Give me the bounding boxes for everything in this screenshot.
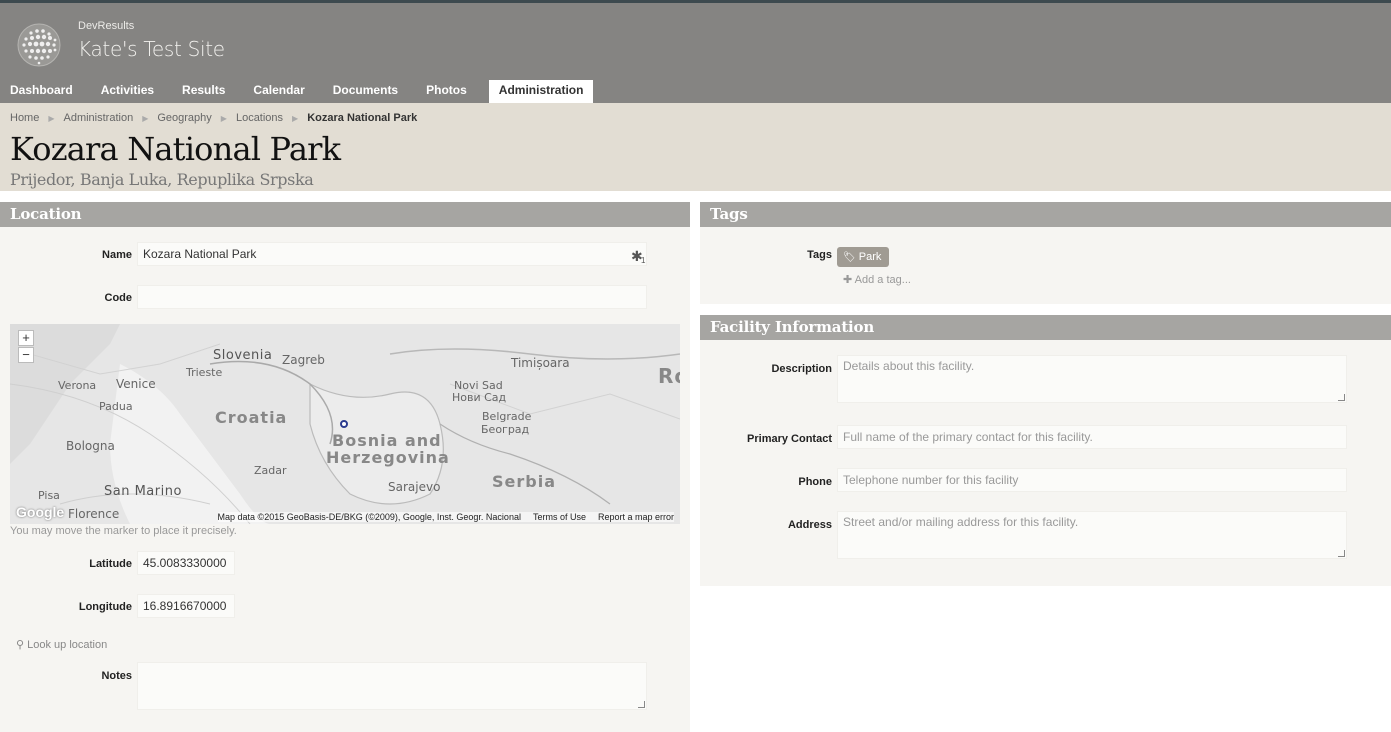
- main-nav: Dashboard Activities Results Calendar Do…: [0, 80, 594, 103]
- tag-icon: 🏷: [843, 252, 856, 263]
- longitude-input[interactable]: 16.8916670000: [137, 594, 235, 618]
- nav-documents[interactable]: Documents: [323, 80, 408, 103]
- name-input[interactable]: Kozara National Park: [137, 242, 647, 266]
- description-label: Description: [771, 363, 832, 375]
- map-label-croatia: Croatia: [215, 408, 288, 427]
- lookup-location-label: Look up location: [27, 639, 108, 651]
- add-tag-label: Add a tag...: [854, 274, 911, 286]
- primary-contact-label: Primary Contact: [747, 433, 832, 445]
- notes-textarea[interactable]: [137, 662, 647, 710]
- breadcrumb-separator-icon: ▶: [48, 113, 55, 123]
- map-label-trieste: Trieste: [186, 366, 223, 379]
- map-label-timisoara: Timișoara: [511, 356, 570, 370]
- code-input[interactable]: [137, 285, 647, 309]
- google-logo[interactable]: Google: [16, 504, 64, 520]
- tags-heading: Tags: [700, 202, 1391, 227]
- map-attribution: Map data ©2015 GeoBasis-DE/BKG (©2009), …: [217, 512, 674, 522]
- map-label-bologna: Bologna: [66, 439, 115, 453]
- puzzle-icon[interactable]: ✱ 1: [631, 248, 647, 265]
- map-label-verona: Verona: [58, 379, 97, 392]
- map-label-florence: Florence: [68, 507, 120, 521]
- breadcrumb-home[interactable]: Home: [10, 112, 39, 124]
- phone-label: Phone: [798, 476, 832, 488]
- marker-hint: You may move the marker to place it prec…: [10, 525, 237, 537]
- nav-results[interactable]: Results: [172, 80, 235, 103]
- primary-contact-input[interactable]: Full name of the primary contact for thi…: [837, 425, 1347, 449]
- notes-label: Notes: [101, 670, 132, 682]
- name-label: Name: [102, 249, 132, 261]
- map-label-belgrade: Belgrade: [482, 410, 532, 423]
- map-zoom-in-button[interactable]: +: [18, 330, 34, 346]
- map-label-slovenia: Slovenia: [213, 348, 273, 363]
- map-label-novi-sad-cyrillic: Нови Сад: [452, 391, 507, 404]
- page-subtitle: Prijedor, Banja Luka, Repuplika Srpska: [10, 170, 314, 189]
- add-tag-link[interactable]: ✚ Add a tag...: [843, 273, 911, 286]
- magnifier-icon: ⚲: [16, 639, 25, 651]
- latitude-label: Latitude: [89, 558, 132, 570]
- resize-handle-icon[interactable]: [638, 701, 645, 708]
- nav-photos[interactable]: Photos: [416, 80, 477, 103]
- location-marker-icon[interactable]: [340, 420, 348, 428]
- map-label-belgrade-cyrillic: Београд: [481, 423, 530, 436]
- lookup-location-link[interactable]: ⚲ Look up location: [16, 638, 107, 651]
- breadcrumb-separator-icon: ▶: [220, 113, 227, 123]
- nav-calendar[interactable]: Calendar: [243, 80, 314, 103]
- address-placeholder: Street and/or mailing address for this f…: [843, 515, 1079, 529]
- title-bar: Home ▶ Administration ▶ Geography ▶ Loca…: [0, 103, 1391, 191]
- tag-park[interactable]: 🏷 Park: [837, 247, 890, 267]
- latitude-input[interactable]: 45.0083330000: [137, 551, 235, 575]
- breadcrumb-locations[interactable]: Locations: [236, 112, 283, 124]
- plus-icon: ✚: [843, 274, 853, 286]
- tags-panel: Tags Tags 🏷 Park ✚ Add a tag...: [700, 202, 1391, 304]
- breadcrumb: Home ▶ Administration ▶ Geography ▶ Loca…: [10, 112, 417, 124]
- address-textarea[interactable]: Street and/or mailing address for this f…: [837, 511, 1347, 559]
- map-label-ro: Ro: [658, 364, 680, 388]
- longitude-label: Longitude: [78, 601, 132, 613]
- nav-administration[interactable]: Administration: [488, 80, 594, 103]
- facility-heading: Facility Information: [700, 315, 1391, 340]
- site-name[interactable]: Kate's Test Site: [78, 37, 225, 61]
- address-label: Address: [787, 519, 832, 531]
- devresults-logo-icon[interactable]: [17, 23, 61, 67]
- breadcrumb-geography[interactable]: Geography: [157, 112, 211, 124]
- map-report-link[interactable]: Report a map error: [598, 512, 674, 522]
- location-panel: Location Name Kozara National Park ✱ 1 Co…: [0, 202, 690, 732]
- breadcrumb-current: Kozara National Park: [307, 112, 418, 124]
- page-title: Kozara National Park: [10, 130, 341, 168]
- map-label-pisa: Pisa: [38, 489, 60, 502]
- breadcrumb-separator-icon: ▶: [142, 113, 149, 123]
- site-header: DevResults Kate's Test Site Dashboard Ac…: [0, 3, 1391, 103]
- location-heading: Location: [0, 202, 690, 227]
- resize-handle-icon[interactable]: [1338, 550, 1345, 557]
- description-placeholder: Details about this facility.: [843, 359, 975, 373]
- map-zoom-out-button[interactable]: −: [18, 347, 34, 363]
- map-terms-link[interactable]: Terms of Use: [533, 512, 586, 522]
- location-map[interactable]: + − Slovenia Zagreb Timișoara Trieste Ve…: [10, 324, 680, 524]
- tag-park-label: Park: [858, 251, 882, 263]
- map-label-herzegovina: Herzegovina: [326, 448, 450, 467]
- map-label-venice: Venice: [116, 377, 156, 391]
- brand-name: DevResults: [78, 20, 135, 32]
- map-label-zadar: Zadar: [254, 464, 287, 477]
- map-data-credit: Map data ©2015 GeoBasis-DE/BKG (©2009), …: [217, 512, 521, 522]
- map-label-san-marino: San Marino: [104, 484, 182, 499]
- map-label-zagreb: Zagreb: [282, 353, 325, 367]
- nav-activities[interactable]: Activities: [91, 80, 164, 103]
- map-label-padua: Padua: [99, 400, 133, 413]
- tags-label: Tags: [807, 249, 832, 261]
- description-textarea[interactable]: Details about this facility.: [837, 355, 1347, 403]
- code-label: Code: [104, 292, 133, 304]
- breadcrumb-separator-icon: ▶: [292, 113, 299, 123]
- map-label-sarajevo: Sarajevo: [388, 480, 441, 494]
- map-label-serbia: Serbia: [492, 472, 556, 491]
- nav-dashboard[interactable]: Dashboard: [0, 80, 83, 103]
- facility-panel: Facility Information Description Details…: [700, 315, 1391, 586]
- phone-input[interactable]: Telephone number for this facility: [837, 468, 1347, 492]
- resize-handle-icon[interactable]: [1338, 394, 1345, 401]
- breadcrumb-administration[interactable]: Administration: [64, 112, 134, 124]
